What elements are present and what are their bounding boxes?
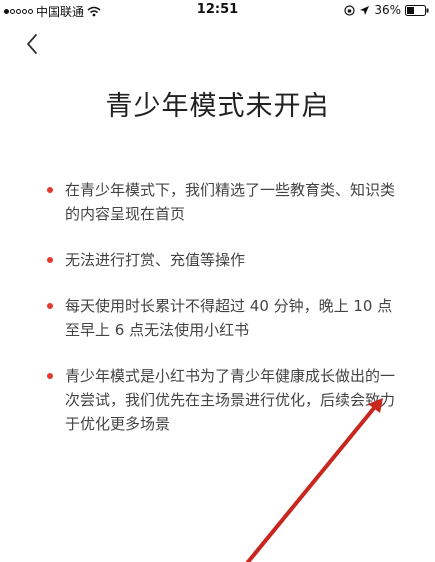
status-bar: 中国联通 12:51 36% (0, 0, 435, 20)
back-button[interactable] (22, 30, 46, 58)
bullet-icon (47, 187, 53, 193)
rule-item: 每天使用时长累计不得超过 40 分钟，晚上 10 点至早上 6 点无法使用小红书 (36, 294, 406, 342)
rule-text: 青少年模式是小红书为了青少年健康成长做出的一次尝试，我们优先在主场景进行优化，后… (65, 367, 396, 433)
orientation-lock-icon (344, 4, 355, 16)
rule-item: 在青少年模式下，我们精选了一些教育类、知识类的内容呈现在首页 (36, 178, 406, 226)
chevron-left-icon (27, 34, 37, 54)
bullet-icon (47, 303, 53, 309)
bullet-icon (47, 257, 53, 263)
rule-item: 青少年模式是小红书为了青少年健康成长做出的一次尝试，我们优先在主场景进行优化，后… (36, 364, 406, 436)
battery-percent: 36% (374, 3, 401, 17)
battery-icon (405, 4, 429, 16)
page-title: 青少年模式未开启 (105, 91, 330, 122)
rule-list: 在青少年模式下，我们精选了一些教育类、知识类的内容呈现在首页 无法进行打赏、充值… (36, 178, 406, 458)
rule-text: 每天使用时长累计不得超过 40 分钟，晚上 10 点至早上 6 点无法使用小红书 (65, 297, 393, 339)
rule-text: 无法进行打赏、充值等操作 (65, 251, 246, 269)
location-icon (360, 5, 370, 15)
rule-text: 在青少年模式下，我们精选了一些教育类、知识类的内容呈现在首页 (65, 181, 396, 223)
rule-item: 无法进行打赏、充值等操作 (36, 248, 406, 272)
status-right: 36% (344, 3, 429, 17)
bullet-icon (47, 373, 53, 379)
